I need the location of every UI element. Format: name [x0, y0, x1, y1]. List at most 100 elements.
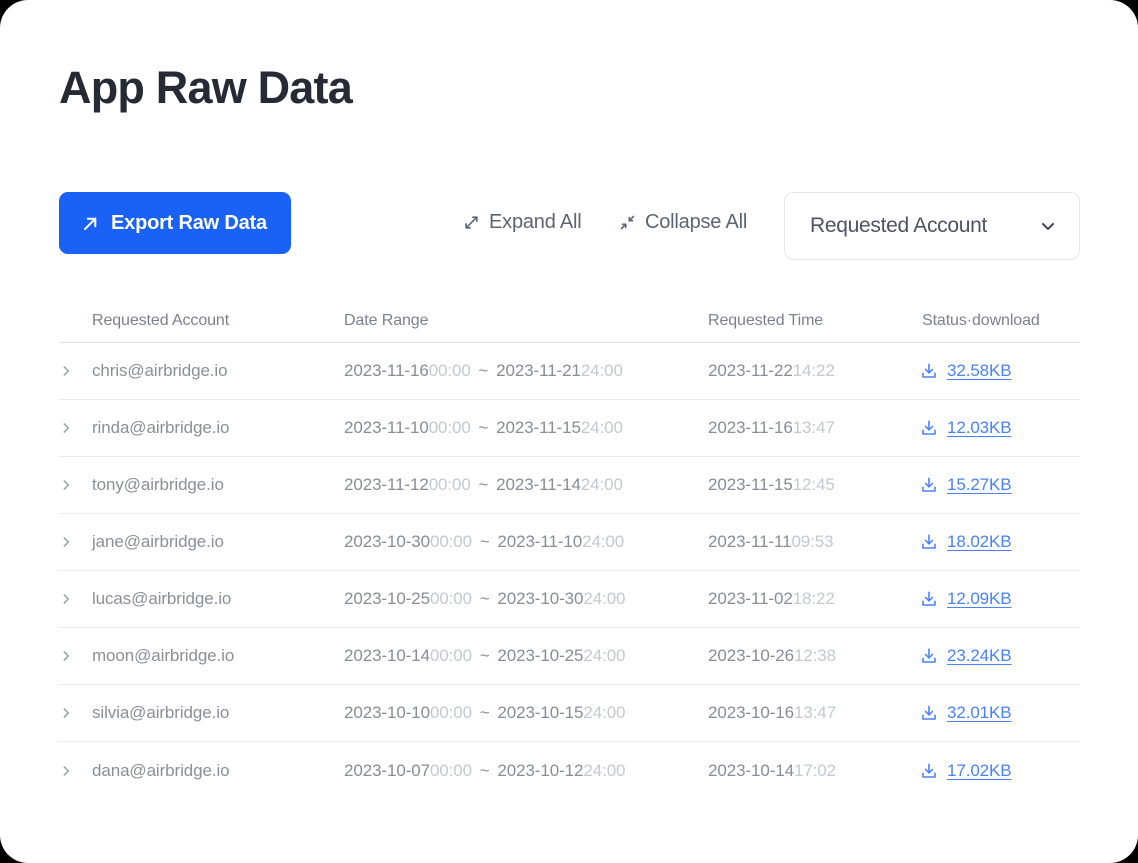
chevron-right-icon — [59, 478, 73, 492]
download-link[interactable]: 23.24KB — [920, 646, 1012, 666]
collapse-all-button[interactable]: Collapse All — [617, 206, 749, 239]
table-row[interactable]: silvia@airbridge.io 2023-10-1000:00 ~ 202… — [59, 685, 1080, 742]
row-expand-toggle[interactable] — [59, 706, 81, 720]
range-end-date: 2023-11-14 — [496, 475, 581, 494]
download-size-label: 15.27KB — [947, 475, 1012, 494]
range-separator: ~ — [475, 532, 495, 551]
range-start-date: 2023-11-10 — [344, 418, 429, 437]
download-link[interactable]: 17.02KB — [920, 761, 1012, 781]
download-icon — [920, 704, 938, 722]
download-link[interactable]: 32.58KB — [920, 361, 1012, 381]
range-separator: ~ — [473, 418, 494, 437]
account-email: silvia@airbridge.io — [92, 703, 230, 722]
requested-time-cell: 2023-11-1109:53 — [708, 532, 920, 552]
download-size-label: 23.24KB — [947, 646, 1012, 665]
table-row[interactable]: dana@airbridge.io 2023-10-0700:00 ~ 2023-… — [59, 742, 1080, 799]
expand-all-button[interactable]: Expand All — [461, 206, 584, 239]
range-start-time: 00:00 — [428, 418, 471, 437]
range-start-time: 00:00 — [429, 703, 473, 722]
chevron-right-icon — [59, 364, 73, 378]
requested-time: 13:47 — [793, 703, 837, 722]
table-body: chris@airbridge.io 2023-11-1600:00 ~ 2023… — [59, 343, 1080, 799]
date-range-cell: 2023-10-1400:00 ~ 2023-10-2524:00 — [344, 646, 708, 666]
table-row[interactable]: lucas@airbridge.io 2023-10-2500:00 ~ 2023… — [59, 571, 1080, 628]
range-end-time: 24:00 — [580, 418, 623, 437]
row-expand-toggle[interactable] — [59, 649, 81, 663]
export-raw-data-button[interactable]: Export Raw Data — [59, 192, 291, 254]
download-icon — [920, 762, 938, 780]
chevron-down-icon — [1038, 216, 1058, 236]
table-row[interactable]: jane@airbridge.io 2023-10-3000:00 ~ 2023-… — [59, 514, 1080, 571]
requested-time: 09:53 — [791, 532, 834, 551]
row-expand-toggle[interactable] — [59, 478, 81, 492]
table-row[interactable]: tony@airbridge.io 2023-11-1200:00 ~ 2023-… — [59, 457, 1080, 514]
expand-diagonal-icon — [463, 214, 480, 231]
requested-date: 2023-10-26 — [708, 646, 794, 665]
download-icon — [920, 362, 938, 380]
status-download-cell: 32.58KB — [920, 361, 1080, 381]
range-separator: ~ — [475, 703, 495, 722]
range-end-time: 24:00 — [580, 475, 623, 494]
download-size-label: 32.58KB — [947, 361, 1012, 380]
download-link[interactable]: 18.02KB — [920, 532, 1012, 552]
range-end-date: 2023-10-30 — [497, 589, 584, 608]
download-link[interactable]: 15.27KB — [920, 475, 1012, 495]
download-link[interactable]: 12.09KB — [920, 589, 1012, 609]
column-header-requested-time: Requested Time — [708, 311, 824, 329]
chevron-right-icon — [59, 706, 73, 720]
date-range-cell: 2023-10-0700:00 ~ 2023-10-1224:00 — [344, 761, 708, 781]
download-link[interactable]: 12.03KB — [920, 418, 1012, 438]
requested-time: 14:22 — [792, 361, 835, 380]
requested-time-cell: 2023-11-1613:47 — [708, 418, 920, 438]
requested-time-cell: 2023-11-0218:22 — [708, 589, 920, 609]
range-start-time: 00:00 — [428, 475, 471, 494]
chevron-right-icon — [59, 421, 73, 435]
collapse-diagonal-icon — [619, 214, 636, 231]
range-end-time: 24:00 — [580, 361, 623, 380]
range-end-time: 24:00 — [582, 532, 625, 551]
requested-time: 18:22 — [792, 589, 835, 608]
download-link[interactable]: 32.01KB — [920, 703, 1012, 723]
range-start-time: 00:00 — [428, 361, 471, 380]
requested-date: 2023-10-16 — [708, 703, 794, 722]
page-title: App Raw Data — [59, 62, 353, 113]
requested-time-cell: 2023-11-1512:45 — [708, 475, 920, 495]
range-separator: ~ — [473, 475, 494, 494]
row-expand-toggle[interactable] — [59, 764, 81, 778]
range-end-time: 24:00 — [583, 646, 626, 665]
column-header-requested-account: Requested Account — [92, 311, 230, 329]
account-email: jane@airbridge.io — [92, 532, 224, 551]
download-icon — [920, 419, 938, 437]
status-download-cell: 12.09KB — [920, 589, 1080, 609]
requested-date: 2023-11-16 — [708, 418, 793, 437]
row-expand-toggle[interactable] — [59, 535, 81, 549]
range-end-date: 2023-10-15 — [497, 703, 584, 722]
requested-time: 12:38 — [793, 646, 837, 665]
toolbar: Export Raw Data Expand All Collapse All … — [59, 192, 1080, 260]
date-range-cell: 2023-10-3000:00 ~ 2023-11-1024:00 — [344, 532, 708, 552]
status-download-cell: 17.02KB — [920, 761, 1080, 781]
range-end-date: 2023-10-25 — [497, 646, 584, 665]
requested-time-cell: 2023-11-2214:22 — [708, 361, 920, 381]
range-start-time: 00:00 — [429, 589, 473, 608]
status-download-cell: 12.03KB — [920, 418, 1080, 438]
status-download-cell: 32.01KB — [920, 703, 1080, 723]
date-range-cell: 2023-11-1000:00 ~ 2023-11-1524:00 — [344, 418, 708, 438]
status-download-cell: 23.24KB — [920, 646, 1080, 666]
range-start-date: 2023-10-30 — [344, 532, 430, 551]
arrow-up-right-icon — [81, 214, 100, 233]
requested-account-dropdown[interactable]: Requested Account — [784, 192, 1080, 260]
table-row[interactable]: moon@airbridge.io 2023-10-1400:00 ~ 2023-… — [59, 628, 1080, 685]
date-range-cell: 2023-11-1600:00 ~ 2023-11-2124:00 — [344, 361, 708, 381]
date-range-cell: 2023-10-2500:00 ~ 2023-10-3024:00 — [344, 589, 708, 609]
requested-account-dropdown-label: Requested Account — [810, 214, 988, 237]
row-expand-toggle[interactable] — [59, 592, 81, 606]
column-header-status-download: Status·download — [922, 311, 1040, 329]
table-row[interactable]: chris@airbridge.io 2023-11-1600:00 ~ 2023… — [59, 343, 1080, 400]
row-expand-toggle[interactable] — [59, 421, 81, 435]
download-icon — [920, 590, 938, 608]
table-row[interactable]: rinda@airbridge.io 2023-11-1000:00 ~ 2023… — [59, 400, 1080, 457]
row-expand-toggle[interactable] — [59, 364, 81, 378]
requested-time: 12:45 — [792, 475, 835, 494]
account-email: chris@airbridge.io — [92, 361, 228, 380]
